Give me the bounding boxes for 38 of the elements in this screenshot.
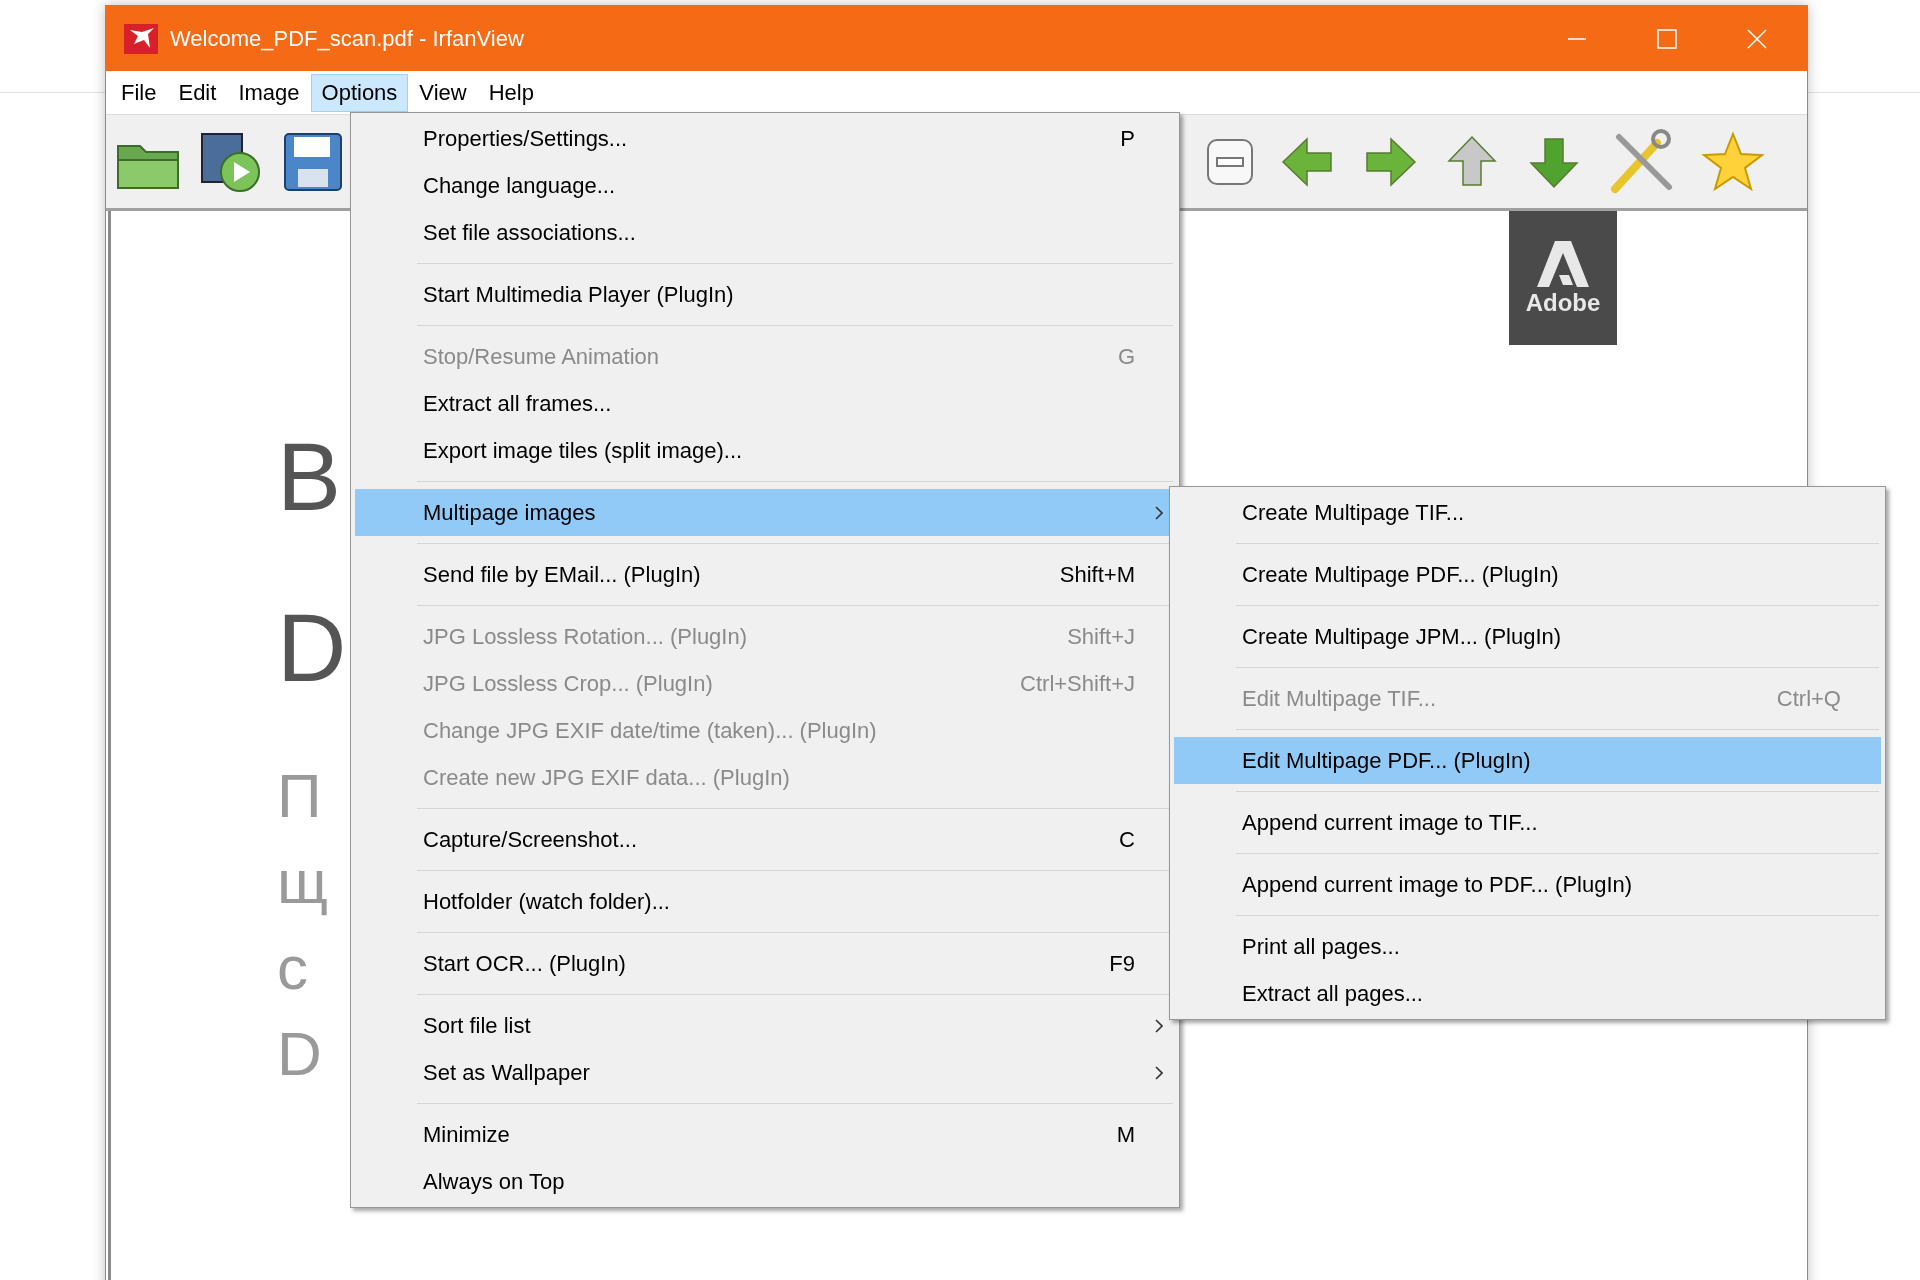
star-icon[interactable] bbox=[1701, 130, 1765, 193]
menu-item[interactable]: Always on Top bbox=[355, 1158, 1175, 1205]
menu-bar-item[interactable]: View bbox=[408, 73, 478, 112]
menu-item[interactable]: Append current image to PDF... (PlugIn) bbox=[1174, 861, 1881, 908]
menu-item[interactable]: Change language... bbox=[355, 162, 1175, 209]
logo-text: Adobe bbox=[1525, 289, 1601, 317]
app-logo-icon bbox=[122, 21, 160, 56]
close-icon[interactable] bbox=[1747, 28, 1767, 49]
menu-bar-item[interactable]: Edit bbox=[167, 73, 228, 112]
menu-item[interactable]: Properties/Settings... P bbox=[355, 115, 1175, 162]
menu-item[interactable]: Export image tiles (split image)... bbox=[355, 427, 1175, 474]
document-body-text: П bbox=[277, 760, 323, 832]
document-body-text: D bbox=[277, 1018, 323, 1090]
menu-item[interactable]: Edit Multipage PDF... (PlugIn) bbox=[1174, 737, 1881, 784]
menu-bar-item[interactable]: File bbox=[110, 73, 168, 112]
menu-item[interactable]: Set as Wallpaper bbox=[355, 1049, 1175, 1096]
menu-item[interactable]: Print all pages... bbox=[1174, 923, 1881, 970]
menu-item[interactable]: Sort file list bbox=[355, 1002, 1175, 1049]
menu-bar-item[interactable]: Help bbox=[477, 73, 545, 112]
maximize-icon[interactable] bbox=[1657, 28, 1677, 49]
document-heading-text: D bbox=[277, 593, 347, 703]
menu-item[interactable]: Extract all frames... bbox=[355, 380, 1175, 427]
logo-mark-icon bbox=[1535, 239, 1591, 289]
menu-bar-item[interactable]: Image bbox=[227, 73, 311, 112]
menu-item[interactable]: Create Multipage JPM... (PlugIn) bbox=[1174, 613, 1881, 660]
document-heading-text: B bbox=[277, 422, 342, 532]
menu-bar-item[interactable]: Options bbox=[310, 73, 409, 112]
menu-item[interactable]: Start Multimedia Player (PlugIn) bbox=[355, 271, 1175, 318]
zoom-out-icon[interactable] bbox=[1205, 136, 1255, 187]
window-title: Welcome_PDF_scan.pdf - IrfanView bbox=[170, 25, 524, 53]
menu-item[interactable]: Minimize M bbox=[355, 1111, 1175, 1158]
document-body-text: щ bbox=[277, 846, 328, 918]
menu-item[interactable]: Append current image to TIF... bbox=[1174, 799, 1881, 846]
menu-item[interactable]: Set file associations... bbox=[355, 209, 1175, 256]
menu-item[interactable]: Extract all pages... bbox=[1174, 970, 1881, 1017]
document-body-text: с bbox=[277, 932, 309, 1004]
menu-item[interactable]: Create Multipage PDF... (PlugIn) bbox=[1174, 551, 1881, 598]
menu-item[interactable]: Create Multipage TIF... bbox=[1174, 489, 1881, 536]
